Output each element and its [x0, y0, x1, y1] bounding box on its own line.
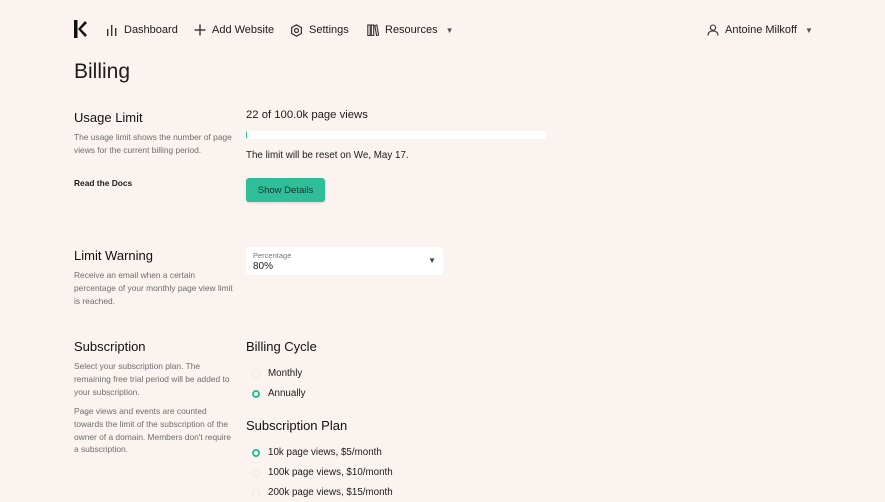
usage-summary: 22 of 100.0k page views [246, 109, 368, 121]
top-nav: Dashboard Add Website Settings Resources… [0, 0, 885, 60]
usage-progress-fill [246, 131, 248, 139]
plus-icon [194, 24, 206, 36]
read-docs-link[interactable]: Read the Docs [74, 178, 132, 188]
plan-option-10k[interactable]: 10k page views, $5/month [252, 447, 382, 458]
nav-settings[interactable]: Settings [290, 20, 349, 40]
user-menu[interactable]: Antoine Milkoff ▼ [707, 20, 813, 40]
gear-icon [291, 23, 302, 37]
subscription-counting-note: Page views and events are counted toward… [74, 406, 232, 455]
radio-button[interactable] [252, 468, 260, 477]
nav-settings-label: Settings [309, 24, 349, 36]
bar-chart-icon [107, 25, 117, 36]
usage-limit-title: Usage Limit [74, 110, 143, 125]
chevron-down-icon: ▼ [428, 256, 436, 265]
limit-warning-description: Receive an email when a certain percenta… [74, 270, 233, 306]
nav-dashboard-label: Dashboard [124, 24, 178, 36]
limit-warning-title: Limit Warning [74, 248, 153, 263]
radio-button[interactable] [252, 389, 260, 398]
nav-add-website[interactable]: Add Website [194, 20, 274, 40]
plan-option-100k[interactable]: 100k page views, $10/month [252, 467, 393, 478]
reset-info: The limit will be reset on We, May 17. [246, 150, 409, 161]
page-title: Billing [74, 60, 131, 83]
subscription-title: Subscription [74, 339, 146, 354]
plan-option-10k-label: 10k page views, $5/month [268, 447, 382, 458]
usage-limit-description: The usage limit shows the number of page… [74, 132, 232, 155]
billing-cycle-annually[interactable]: Annually [252, 388, 306, 399]
subscription-description: Select your subscription plan. The remai… [74, 361, 230, 397]
billing-cycle-title: Billing Cycle [246, 339, 317, 354]
billing-cycle-monthly-label: Monthly [268, 368, 303, 379]
usage-progress-bar [246, 131, 546, 139]
show-details-button[interactable]: Show Details [246, 178, 325, 202]
billing-cycle-monthly[interactable]: Monthly [252, 368, 302, 379]
user-name: Antoine Milkoff [725, 24, 797, 36]
chevron-down-icon: ▼ [445, 25, 454, 35]
nav-add-website-label: Add Website [212, 24, 275, 36]
chevron-down-icon: ▼ [804, 25, 813, 35]
billing-cycle-annually-label: Annually [268, 388, 306, 399]
percentage-select-label: Percentage [253, 251, 292, 260]
books-icon [367, 24, 379, 36]
plan-option-200k-label: 200k page views, $15/month [268, 487, 393, 498]
nav-resources-label: Resources [385, 24, 438, 36]
percentage-select-value: 80% [253, 261, 274, 272]
nav-dashboard[interactable]: Dashboard [106, 20, 178, 40]
logo-icon[interactable] [74, 20, 88, 38]
radio-button[interactable] [252, 488, 260, 497]
radio-button[interactable] [252, 448, 260, 457]
user-icon [707, 24, 719, 36]
percentage-select[interactable]: Percentage 80% ▼ [246, 247, 443, 275]
radio-button[interactable] [252, 369, 260, 378]
subscription-plan-title: Subscription Plan [246, 418, 348, 433]
nav-resources[interactable]: Resources ▼ [367, 20, 454, 40]
plan-option-200k[interactable]: 200k page views, $15/month [252, 487, 393, 498]
plan-option-100k-label: 100k page views, $10/month [268, 467, 393, 478]
